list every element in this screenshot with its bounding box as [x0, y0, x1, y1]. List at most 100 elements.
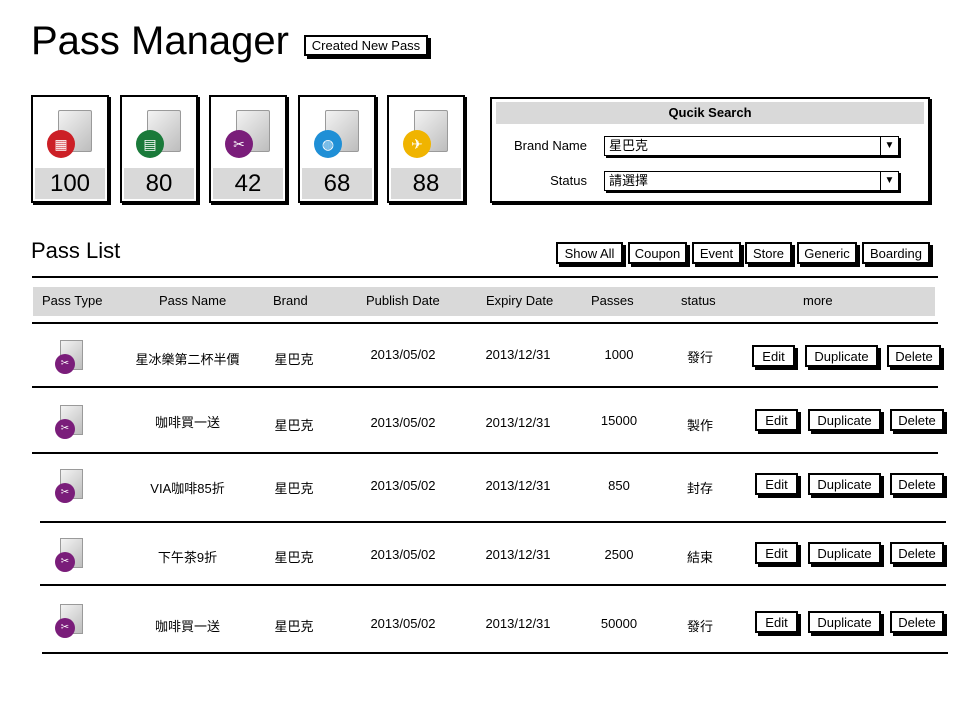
passes-count: 2500 [604, 547, 634, 562]
filter-event-button[interactable]: Event [692, 242, 741, 264]
pass-name: VIA咖啡85折 [150, 481, 225, 496]
expiry-date: 2013/12/31 [485, 415, 551, 430]
pass-name: 咖啡買一送 [154, 619, 220, 634]
divider [32, 322, 938, 324]
pass-name: 星冰樂第二杯半價 [135, 352, 240, 367]
passes-count: 850 [608, 478, 630, 493]
filter-boarding-button[interactable]: Boarding [862, 242, 930, 264]
publish-date: 2013/05/02 [370, 547, 436, 562]
stat-count: 100 [35, 168, 105, 199]
scissors-icon: ✂ [225, 130, 253, 158]
expiry-date: 2013/12/31 [485, 347, 551, 362]
scissors-icon: ✂ [55, 354, 75, 374]
publish-date: 2013/05/02 [370, 415, 436, 430]
airplane-icon: ✈ [403, 130, 431, 158]
stat-count: 88 [391, 168, 461, 199]
dropdown-arrow-icon[interactable]: ▼ [880, 137, 898, 155]
globe-icon: ◍ [314, 130, 342, 158]
brand-name-label: Brand Name [514, 138, 587, 153]
create-new-pass-button[interactable]: Created New Pass [304, 35, 428, 56]
edit-button[interactable]: Edit [755, 611, 798, 633]
brand: 星巴克 [274, 550, 314, 565]
passes-count: 15000 [600, 413, 638, 428]
stat-card-event[interactable]: ▦ 100 [31, 95, 109, 203]
stat-count: 42 [213, 168, 283, 199]
delete-button[interactable]: Delete [890, 542, 944, 564]
stat-count: 68 [302, 168, 372, 199]
status: 結束 [686, 550, 713, 565]
status: 發行 [686, 619, 713, 634]
scissors-icon: ✂ [55, 419, 75, 439]
divider [40, 521, 946, 523]
stat-card-generic[interactable]: ◍ 68 [298, 95, 376, 203]
status: 製作 [686, 418, 713, 433]
brand: 星巴克 [274, 352, 314, 367]
column-passes: Passes [591, 293, 634, 308]
filter-coupon-button[interactable]: Coupon [628, 242, 687, 264]
column-more: more [803, 293, 833, 308]
dropdown-arrow-icon[interactable]: ▼ [880, 172, 898, 190]
divider [32, 452, 938, 454]
column-publish-date: Publish Date [366, 293, 440, 308]
expiry-date: 2013/12/31 [485, 547, 551, 562]
brand: 星巴克 [274, 481, 314, 496]
status: 封存 [686, 481, 713, 496]
duplicate-button[interactable]: Duplicate [805, 345, 878, 367]
edit-button[interactable]: Edit [755, 409, 798, 431]
brand: 星巴克 [274, 418, 314, 433]
column-status: status [681, 293, 716, 308]
publish-date: 2013/05/02 [370, 478, 436, 493]
pass-name: 咖啡買一送 [154, 415, 220, 430]
divider [42, 652, 948, 654]
scissors-icon: ✂ [55, 483, 75, 503]
pass-name: 下午茶9折 [157, 550, 218, 565]
edit-button[interactable]: Edit [755, 473, 798, 495]
column-expiry-date: Expiry Date [486, 293, 554, 308]
duplicate-button[interactable]: Duplicate [808, 409, 881, 431]
filter-show-all-button[interactable]: Show All [556, 242, 623, 264]
column-brand: Brand [273, 293, 308, 308]
expiry-date: 2013/12/31 [485, 478, 551, 493]
publish-date: 2013/05/02 [370, 616, 436, 631]
column-pass-name: Pass Name [159, 293, 227, 308]
quick-search-title: Qucik Search [496, 102, 924, 124]
delete-button[interactable]: Delete [890, 409, 944, 431]
delete-button[interactable]: Delete [890, 611, 944, 633]
calendar-icon: ▦ [47, 130, 75, 158]
page-title: Pass Manager [31, 19, 289, 63]
stat-card-scissors[interactable]: ✂ 42 [209, 95, 287, 203]
ticket-icon: ▤ [136, 130, 164, 158]
status-label: Status [550, 173, 587, 188]
brand-name-select[interactable]: 星巴克 ▼ [604, 136, 899, 156]
edit-button[interactable]: Edit [752, 345, 795, 367]
table-header: Pass Type Pass Name Brand Publish Date E… [33, 287, 935, 316]
passes-count: 1000 [604, 347, 634, 362]
stat-card-coupon[interactable]: ▤ 80 [120, 95, 198, 203]
quick-search-panel: Qucik Search Brand Name 星巴克 ▼ Status 請選擇… [490, 97, 930, 203]
column-pass-type: Pass Type [42, 293, 103, 308]
duplicate-button[interactable]: Duplicate [808, 473, 881, 495]
pass-list-title: Pass List [31, 238, 121, 263]
divider [40, 584, 946, 586]
brand-name-value: 星巴克 [609, 138, 649, 153]
passes-count: 50000 [600, 616, 638, 631]
brand: 星巴克 [274, 619, 314, 634]
expiry-date: 2013/12/31 [485, 616, 551, 631]
stat-count: 80 [124, 168, 194, 199]
filter-generic-button[interactable]: Generic [797, 242, 857, 264]
delete-button[interactable]: Delete [890, 473, 944, 495]
filter-store-button[interactable]: Store [745, 242, 792, 264]
divider [32, 276, 938, 278]
delete-button[interactable]: Delete [887, 345, 941, 367]
status-select[interactable]: 請選擇 ▼ [604, 171, 899, 191]
edit-button[interactable]: Edit [755, 542, 798, 564]
publish-date: 2013/05/02 [370, 347, 436, 362]
status-value: 請選擇 [609, 173, 649, 188]
scissors-icon: ✂ [55, 618, 75, 638]
stat-card-boarding[interactable]: ✈ 88 [387, 95, 465, 203]
status: 發行 [686, 350, 713, 365]
duplicate-button[interactable]: Duplicate [808, 542, 881, 564]
scissors-icon: ✂ [55, 552, 75, 572]
divider [32, 386, 938, 388]
duplicate-button[interactable]: Duplicate [808, 611, 881, 633]
